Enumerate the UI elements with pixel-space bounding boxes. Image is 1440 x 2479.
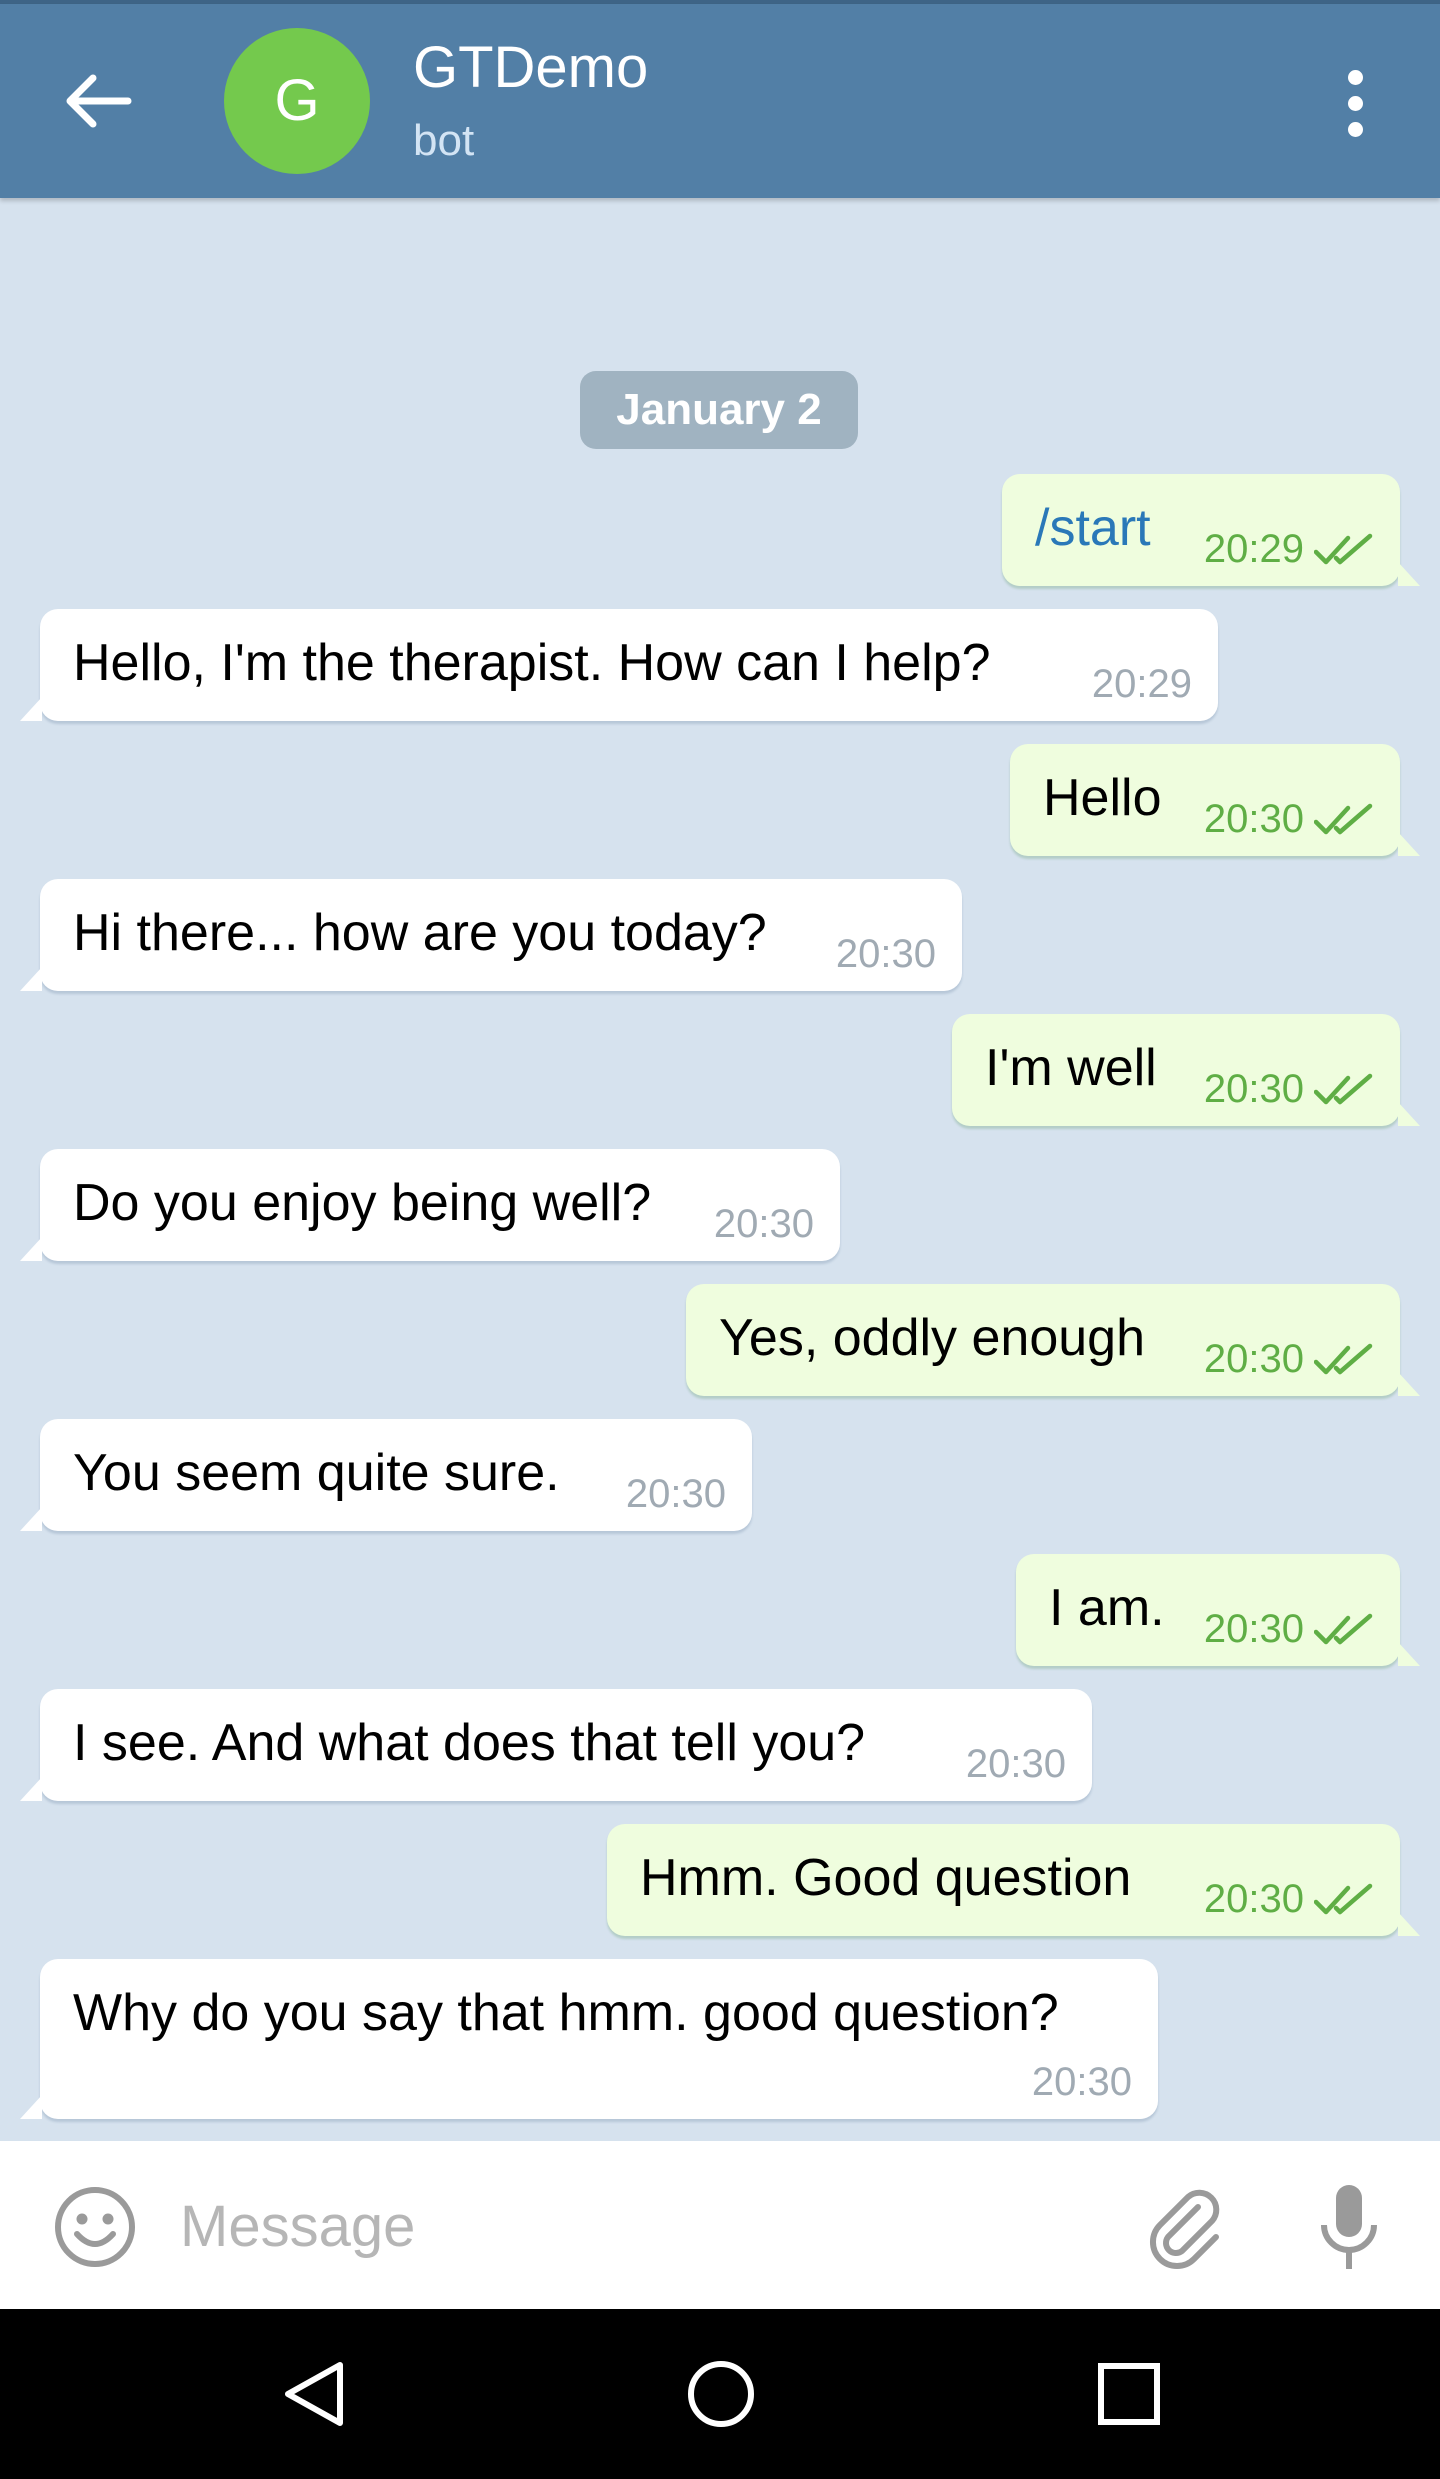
chat-header: G GTDemo bot xyxy=(0,4,1440,198)
message-text: Do you enjoy being well? xyxy=(73,1174,652,1232)
microphone-icon xyxy=(1321,2185,1377,2269)
double-check-icon xyxy=(1313,1072,1374,1108)
message-text: I see. And what does that tell you? xyxy=(73,1714,866,1772)
system-nav-bar xyxy=(0,2309,1440,2479)
double-check-icon xyxy=(1313,1882,1374,1918)
arrow-back-icon xyxy=(66,74,132,128)
message-time: 20:30 xyxy=(965,1742,1066,1786)
menu-dot xyxy=(1348,96,1363,111)
message-text: Hello, I'm the therapist. How can I help… xyxy=(73,634,991,692)
incoming-message[interactable]: I see. And what does that tell you? 20:30 xyxy=(20,1689,1092,1801)
message-text: I am. xyxy=(1049,1579,1165,1637)
system-recents-button[interactable] xyxy=(1092,2357,1166,2431)
chat-title[interactable]: GTDemo xyxy=(413,34,648,101)
nav-back-triangle-icon xyxy=(285,2362,343,2426)
chat-subtitle: bot xyxy=(413,116,475,165)
message-time: 20:30 xyxy=(1203,1067,1304,1111)
message-time: 20:29 xyxy=(1203,527,1304,571)
more-vertical-icon xyxy=(1348,70,1363,85)
message-time: 20:30 xyxy=(1203,1877,1304,1921)
paperclip-icon xyxy=(1149,2189,1220,2270)
system-home-button[interactable] xyxy=(684,2357,758,2431)
nav-recent-square-icon xyxy=(1098,2363,1160,2425)
outgoing-message[interactable]: I'm well 20:30 xyxy=(952,1014,1420,1126)
double-check-icon xyxy=(1313,802,1374,838)
outgoing-message[interactable]: Yes, oddly enough 20:30 xyxy=(686,1284,1420,1396)
menu-dot xyxy=(1348,122,1363,137)
double-check-icon xyxy=(1313,1342,1374,1378)
message-text: Hmm. Good question xyxy=(640,1849,1132,1907)
outgoing-message[interactable]: I am. 20:30 xyxy=(1016,1554,1420,1666)
outgoing-message[interactable]: Hello 20:30 xyxy=(1010,744,1420,856)
message-time: 20:30 xyxy=(625,1472,726,1516)
double-check-icon xyxy=(1313,532,1374,568)
attach-button[interactable] xyxy=(1138,2181,1232,2275)
incoming-message[interactable]: Hi there... how are you today? 20:30 xyxy=(20,879,962,991)
message-text: You seem quite sure. xyxy=(73,1444,560,1502)
back-button[interactable] xyxy=(50,54,144,148)
nav-home-circle-icon xyxy=(688,2361,754,2427)
system-back-button[interactable] xyxy=(278,2357,352,2431)
message-composer xyxy=(0,2141,1440,2309)
message-time: 20:30 xyxy=(1203,1337,1304,1381)
message-text: Hi there... how are you today? xyxy=(73,904,767,962)
double-check-icon xyxy=(1313,1612,1374,1648)
incoming-message[interactable]: You seem quite sure. 20:30 xyxy=(20,1419,752,1531)
outgoing-message[interactable]: /start 20:29 xyxy=(1002,474,1420,586)
message-text: Why do you say that hmm. good question? xyxy=(73,1984,1059,2042)
emoji-smile-icon xyxy=(55,2187,135,2267)
message-time: 20:29 xyxy=(1091,662,1192,706)
message-text: Hello xyxy=(1043,769,1162,827)
date-separator: January 2 xyxy=(580,371,858,449)
message-time: 20:30 xyxy=(1203,797,1304,841)
message-input[interactable] xyxy=(180,2181,1080,2271)
message-time: 20:30 xyxy=(1203,1607,1304,1651)
incoming-message[interactable]: Why do you say that hmm. good question? 2… xyxy=(20,1959,1158,2119)
more-options-button[interactable] xyxy=(1326,64,1386,144)
incoming-message[interactable]: Do you enjoy being well? 20:30 xyxy=(20,1149,840,1261)
outgoing-message[interactable]: Hmm. Good question 20:30 xyxy=(607,1824,1420,1936)
incoming-message[interactable]: Hello, I'm the therapist. How can I help… xyxy=(20,609,1218,721)
message-time: 20:30 xyxy=(835,932,936,976)
command-link[interactable]: /start xyxy=(1035,498,1151,558)
message-text: Yes, oddly enough xyxy=(719,1309,1146,1367)
emoji-button[interactable] xyxy=(52,2184,138,2270)
message-time: 20:30 xyxy=(1031,2060,1132,2104)
message-text: I'm well xyxy=(985,1039,1157,1097)
message-time: 20:30 xyxy=(713,1202,814,1246)
avatar[interactable]: G xyxy=(224,28,370,174)
voice-record-button[interactable] xyxy=(1312,2181,1386,2275)
